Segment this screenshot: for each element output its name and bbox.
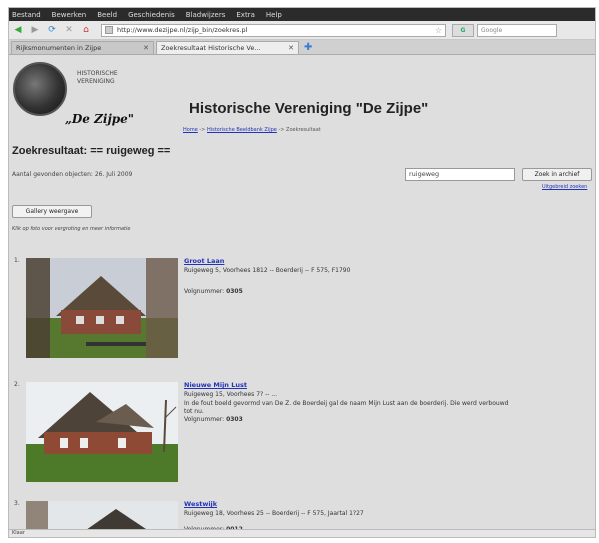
address-bar[interactable]: http://www.dezijpe.nl/zijp_bin/zoekres.p… <box>101 23 446 37</box>
gallery-view-button[interactable]: Gallery weergave <box>12 205 92 218</box>
tab-bar: Rijksmonumenten in Zijpe ✕ Zoekresultaat… <box>9 40 595 55</box>
page-content: HISTORISCHE VERENIGING „De Zijpe" Histor… <box>9 56 595 537</box>
stop-icon[interactable]: ✕ <box>63 24 75 36</box>
breadcrumb-separator: -> <box>276 127 287 133</box>
breadcrumb-beeldbank[interactable]: Historische Beeldbank Zijpe <box>207 127 277 133</box>
status-bar: Klaar <box>9 529 595 537</box>
tab-zoekresultaat[interactable]: Zoekresultaat Historische Ve... ✕ <box>156 41 299 54</box>
menu-history[interactable]: Geschiedenis <box>128 11 175 19</box>
result-address: Ruigeweg 15, Voorhees 7? -- ... <box>184 391 278 398</box>
tab-rijksmonumenten[interactable]: Rijksmonumenten in Zijpe ✕ <box>11 41 154 54</box>
search-button[interactable]: Zoek in archief <box>522 168 592 181</box>
menu-help[interactable]: Help <box>266 11 282 19</box>
close-icon[interactable]: ✕ <box>143 44 149 52</box>
site-icon <box>105 26 113 34</box>
volgnummer-value: 0303 <box>226 416 243 423</box>
menu-view[interactable]: Beeld <box>97 11 117 19</box>
tab-label: Zoekresultaat Historische Ve... <box>161 44 261 52</box>
breadcrumb-separator: -> <box>197 127 207 133</box>
hint-text: Klik op foto voor vergroting en meer inf… <box>12 226 131 232</box>
result-title-link[interactable]: Westwijk <box>184 500 217 508</box>
reload-icon[interactable]: ⟳ <box>46 24 58 36</box>
result-number: 1. <box>14 257 20 264</box>
logo-brand: „De Zijpe" <box>65 112 135 126</box>
breadcrumb-current: Zoekresultaat <box>286 127 321 133</box>
back-icon[interactable]: ◀ <box>12 24 24 36</box>
result-title-link[interactable]: Groot Laan <box>184 257 224 265</box>
breadcrumb: Home -> Historische Beeldbank Zijpe -> Z… <box>183 127 321 133</box>
close-icon[interactable]: ✕ <box>288 44 294 52</box>
result-address: Ruigeweg 18, Voorhees 25 -- Boerderij --… <box>184 510 364 517</box>
url-text: http://www.dezijpe.nl/zijp_bin/zoekres.p… <box>117 26 248 34</box>
society-logo <box>13 62 67 116</box>
search-engine-icon[interactable]: G <box>452 23 474 37</box>
logo-text: HISTORISCHE VERENIGING <box>77 70 118 85</box>
volgnummer-label: Volgnummer: <box>184 416 225 423</box>
result-volgnummer: Volgnummer: 0303 <box>184 416 243 423</box>
result-title-link[interactable]: Nieuwe Mijn Lust <box>184 381 247 389</box>
volgnummer-value: 0305 <box>226 288 243 295</box>
result-number: 3. <box>14 500 20 507</box>
browser-window: Bestand Bewerken Beeld Geschiedenis Blad… <box>8 7 596 538</box>
volgnummer-label: Volgnummer: <box>184 288 225 295</box>
result-address: Ruigeweg 5, Voorhees 1812 -- Boerderij -… <box>184 267 351 274</box>
new-tab-icon[interactable]: ✚ <box>304 42 312 53</box>
results-heading: Zoekresultaat: == ruigeweg == <box>12 145 171 157</box>
farmhouse-photo[interactable] <box>26 258 178 358</box>
result-number: 2. <box>14 381 20 388</box>
home-icon[interactable]: ⌂ <box>80 24 92 36</box>
breadcrumb-home[interactable]: Home <box>183 127 198 133</box>
menu-edit[interactable]: Bewerken <box>52 11 87 19</box>
navigation-toolbar: ◀ ▶ ⟳ ✕ ⌂ http://www.dezijpe.nl/zijp_bin… <box>9 21 595 40</box>
result-volgnummer: Volgnummer: 0305 <box>184 288 243 295</box>
farmhouse-photo[interactable] <box>26 382 178 482</box>
results-count: Aantal gevonden objecten: 26. Juli 2009 <box>12 171 133 178</box>
page-title: Historische Vereniging "De Zijpe" <box>189 100 429 117</box>
tab-label: Rijksmonumenten in Zijpe <box>16 44 102 52</box>
menu-tools[interactable]: Extra <box>236 11 254 19</box>
result-description: In de fout boeld gevormd van De Z. de Bo… <box>184 400 509 415</box>
forward-icon[interactable]: ▶ <box>29 24 41 36</box>
bookmark-star-icon[interactable]: ☆ <box>435 26 442 35</box>
advanced-search-link[interactable]: Uitgebreid zoeken <box>542 184 587 190</box>
search-input[interactable]: ruigeweg <box>405 168 515 181</box>
menu-bar: Bestand Bewerken Beeld Geschiedenis Blad… <box>9 8 595 21</box>
menu-bookmarks[interactable]: Bladwijzers <box>186 11 226 19</box>
browser-search-input[interactable]: Google <box>477 23 557 37</box>
menu-file[interactable]: Bestand <box>12 11 41 19</box>
